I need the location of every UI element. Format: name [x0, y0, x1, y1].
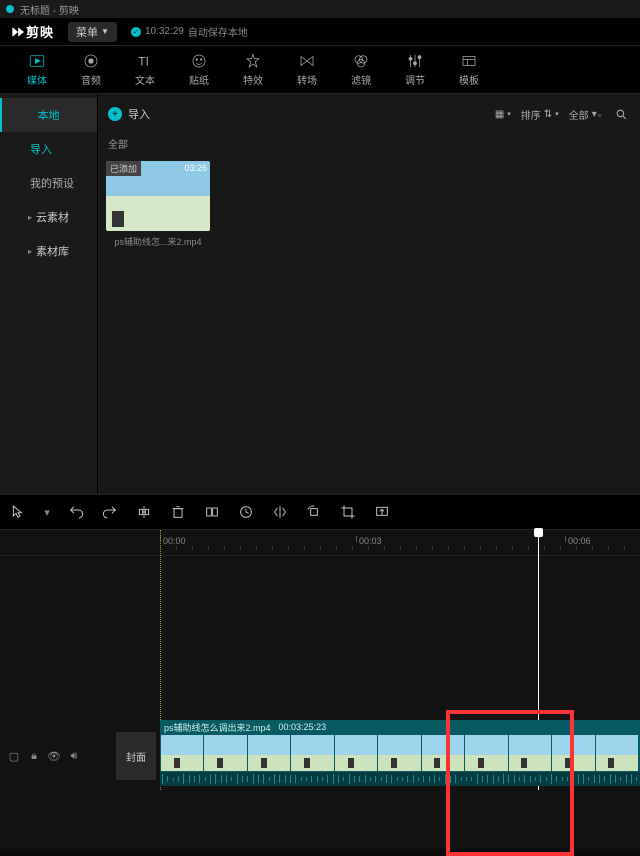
tab-text[interactable]: TI文本	[118, 46, 172, 94]
timeline[interactable]: 00:00 00:03 00:06 ▢ 🔒︎ 👁︎ 🔊︎ 封面 ps辅助线怎么调出来…	[0, 530, 640, 849]
frame-thumb	[335, 735, 377, 771]
frame-thumb	[248, 735, 290, 771]
pointer-menu[interactable]: ▾	[44, 504, 50, 520]
duration-label: 03:26	[184, 163, 207, 173]
frame-thumb	[509, 735, 551, 771]
video-clip[interactable]: ps辅助线怎么调出来2.mp4 00:03:25:23	[160, 720, 640, 786]
added-badge: 已添加	[106, 161, 141, 176]
ruler-mark: 00:03	[356, 536, 382, 542]
text-icon: TI	[136, 52, 154, 70]
clip-header: ps辅助线怎么调出来2.mp4 00:03:25:23	[160, 720, 640, 734]
media-toolbar: + 导入 ▦▾ 排序 ⇅▾ 全部 ▾₌	[98, 94, 640, 134]
collapse-icon[interactable]: ▢	[8, 750, 20, 762]
tab-transition[interactable]: 转场	[280, 46, 334, 94]
tab-effect[interactable]: 特效	[226, 46, 280, 94]
frame-thumb	[596, 735, 638, 771]
sort-button[interactable]: 排序 ⇅▾	[521, 107, 559, 122]
eye-icon[interactable]: 👁︎	[48, 750, 60, 762]
track-area[interactable]: ▢ 🔒︎ 👁︎ 🔊︎ 封面 ps辅助线怎么调出来2.mp4 00:03:25:2…	[0, 556, 640, 796]
tab-template[interactable]: 模板	[442, 46, 496, 94]
media-icon	[28, 52, 46, 70]
export-frame-tool[interactable]	[374, 504, 390, 520]
app-indicator-icon	[6, 5, 14, 13]
chevron-right-icon: ▸	[28, 247, 32, 256]
sticker-icon	[190, 52, 208, 70]
layout-toggle[interactable]: ▦▾	[495, 109, 511, 120]
delete-tool[interactable]	[170, 504, 186, 520]
sidebar-item-我的预设[interactable]: 我的预设	[0, 166, 97, 200]
cover-button[interactable]: 封面	[116, 732, 156, 780]
top-tabs: 媒体音频TI文本贴纸特效转场滤镜调节模板	[0, 46, 640, 94]
frame-thumb	[204, 735, 246, 771]
track-controls: ▢ 🔒︎ 👁︎ 🔊︎	[0, 732, 108, 780]
frame-thumb	[378, 735, 420, 771]
lock-icon[interactable]: 🔒︎	[28, 750, 40, 762]
ruler-mark: 00:06	[565, 536, 591, 542]
autosave-status: ✓ 10:32:29 自动保存本地	[131, 24, 248, 39]
import-button[interactable]: + 导入	[108, 106, 150, 122]
filter-button[interactable]: 全部 ▾₌	[569, 107, 602, 122]
sidebar-item-导入[interactable]: 导入	[0, 132, 97, 166]
crop-tool[interactable]	[340, 504, 356, 520]
tab-filter[interactable]: 滤镜	[334, 46, 388, 94]
media-thumbnail: 已添加 03:26	[106, 161, 210, 231]
sidebar: 本地导入我的预设▸云素材▸素材库	[0, 94, 98, 494]
tab-sticker[interactable]: 贴纸	[172, 46, 226, 94]
clip-duration: 00:03:25:23	[279, 722, 327, 732]
sidebar-item-本地[interactable]: 本地	[0, 98, 97, 132]
timeline-toolbar: ▾	[0, 494, 640, 530]
media-name: ps辅助线怎...来2.mp4	[106, 231, 210, 248]
effect-icon	[244, 52, 262, 70]
chevron-down-icon: ▼	[101, 27, 109, 36]
frame-thumb	[422, 735, 464, 771]
speed-tool[interactable]	[238, 504, 254, 520]
redo-tool[interactable]	[102, 504, 118, 520]
ruler-mark: 00:00	[160, 536, 186, 542]
tab-audio[interactable]: 音频	[64, 46, 118, 94]
clip-name: ps辅助线怎么调出来2.mp4	[164, 721, 271, 734]
audio-icon	[82, 52, 100, 70]
adjust-icon	[406, 52, 424, 70]
category-all[interactable]: 全部	[98, 134, 640, 153]
workspace: 本地导入我的预设▸云素材▸素材库 + 导入 ▦▾ 排序 ⇅▾ 全部 ▾₌ 全部 …	[0, 94, 640, 494]
frame-thumb	[161, 735, 203, 771]
frame-thumb	[465, 735, 507, 771]
media-panel: + 导入 ▦▾ 排序 ⇅▾ 全部 ▾₌ 全部 已添加 03:26 ps辅助线怎...…	[98, 94, 640, 494]
filter-icon	[352, 52, 370, 70]
plus-icon: +	[108, 107, 122, 121]
frame-thumb	[291, 735, 333, 771]
mute-icon[interactable]: 🔊︎	[68, 750, 80, 762]
sidebar-item-云素材[interactable]: ▸云素材	[0, 200, 97, 234]
freeze-tool[interactable]	[204, 504, 220, 520]
media-item[interactable]: 已添加 03:26 ps辅助线怎...来2.mp4	[106, 161, 210, 248]
window-title: 无标题 - 剪映	[20, 2, 79, 17]
tab-media[interactable]: 媒体	[10, 46, 64, 94]
chevron-right-icon: ▸	[28, 213, 32, 222]
frame-thumb	[552, 735, 594, 771]
timeline-ruler[interactable]: 00:00 00:03 00:06	[0, 530, 640, 556]
split-tool[interactable]	[136, 504, 152, 520]
rotate-tool[interactable]	[306, 504, 322, 520]
menu-button[interactable]: 菜单▼	[68, 22, 117, 42]
mirror-tool[interactable]	[272, 504, 288, 520]
search-button[interactable]	[612, 105, 630, 123]
pointer-tool[interactable]	[10, 504, 26, 520]
app-bar: 剪映 菜单▼ ✓ 10:32:29 自动保存本地	[0, 18, 640, 46]
svg-text:TI: TI	[138, 55, 149, 69]
sidebar-item-素材库[interactable]: ▸素材库	[0, 234, 97, 268]
window-titlebar: 无标题 - 剪映	[0, 0, 640, 18]
clip-thumbnails	[160, 734, 640, 772]
template-icon	[460, 52, 478, 70]
check-icon: ✓	[131, 27, 141, 37]
app-logo: 剪映	[10, 22, 54, 41]
clip-audio-wave	[160, 772, 640, 786]
tab-adjust[interactable]: 调节	[388, 46, 442, 94]
transition-icon	[298, 52, 316, 70]
media-grid: 已添加 03:26 ps辅助线怎...来2.mp4	[98, 153, 640, 256]
undo-tool[interactable]	[68, 504, 84, 520]
